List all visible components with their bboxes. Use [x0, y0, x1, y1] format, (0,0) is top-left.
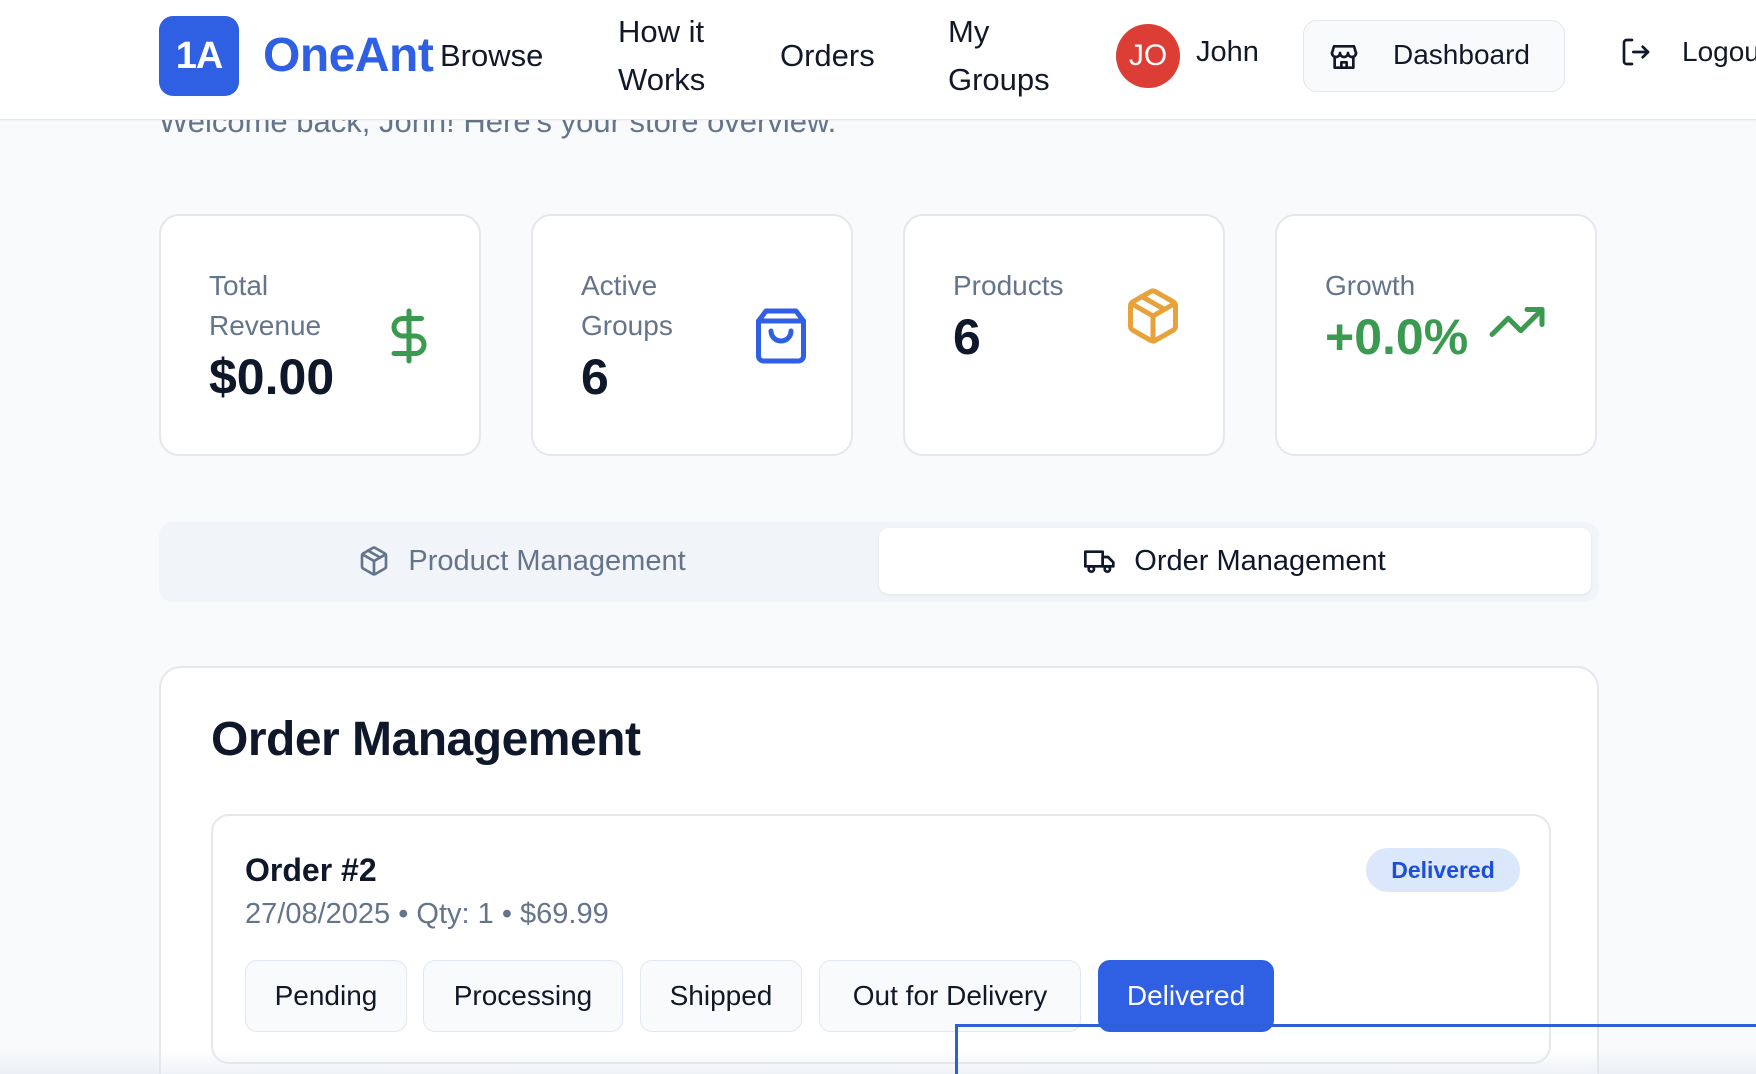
user-name[interactable]: John: [1196, 36, 1259, 69]
tab-order-management[interactable]: Order Management: [879, 528, 1591, 594]
stat-label-groups: Active Groups: [581, 270, 673, 341]
stat-value-groups: 6: [581, 349, 609, 405]
package-icon: [1128, 288, 1178, 344]
stat-label-revenue: Total Revenue: [209, 270, 322, 341]
panel-title: Order Management: [211, 713, 641, 766]
status-button-out-for-delivery[interactable]: Out for Delivery: [819, 960, 1081, 1032]
truck-icon: [1084, 550, 1115, 573]
status-button-pending[interactable]: Pending: [245, 960, 407, 1032]
nav-browse[interactable]: Browse: [440, 32, 543, 80]
stat-value-products: 6: [953, 309, 981, 365]
stat-value-growth: +0.0%: [1325, 309, 1469, 365]
logo-badge[interactable]: 1A: [159, 16, 239, 96]
nav-orders[interactable]: Orders: [780, 32, 875, 80]
status-button-shipped[interactable]: Shipped: [640, 960, 802, 1032]
store-icon: [1330, 45, 1358, 69]
tab-product-management[interactable]: Product Management: [165, 528, 879, 594]
avatar[interactable]: JO: [1116, 24, 1180, 88]
nav-how-it-works[interactable]: How it Works: [618, 8, 728, 104]
shopping-bag-icon: [756, 308, 806, 364]
stat-label-products: Products: [953, 270, 1064, 301]
order-meta: 27/08/2025 • Qty: 1 • $69.99: [245, 898, 609, 930]
management-tabs: Product Management Order Management: [159, 522, 1599, 602]
top-navbar: 1A OneAnt Browse How it Works Orders My …: [0, 0, 1756, 120]
logout-label: Logout: [1682, 36, 1756, 67]
stat-label-growth: Growth: [1325, 270, 1416, 301]
stat-card-products: Products 6: [903, 214, 1225, 456]
dollar-icon: [391, 308, 427, 364]
package-icon: [361, 546, 388, 576]
order-title: Order #2: [245, 852, 377, 888]
stat-value-revenue: $0.00: [209, 349, 335, 405]
dashboard-button[interactable]: Dashboard: [1303, 20, 1565, 92]
dashboard-label: Dashboard: [1393, 39, 1530, 70]
stat-card-revenue: Total Revenue $0.00: [159, 214, 481, 456]
trending-up-icon: [1489, 307, 1545, 337]
tab-product-label: Product Management: [408, 544, 686, 577]
order-management-panel: Order Management Order #2 27/08/2025 • Q…: [159, 666, 1599, 1074]
nav-my-groups[interactable]: My Groups: [948, 8, 1068, 104]
brand-name[interactable]: OneAnt: [263, 28, 434, 83]
logout-icon: [1622, 38, 1650, 66]
stat-card-growth: Growth +0.0%: [1275, 214, 1597, 456]
status-button-processing[interactable]: Processing: [423, 960, 623, 1032]
tab-order-label: Order Management: [1134, 544, 1386, 577]
status-badge: Delivered: [1366, 848, 1520, 892]
status-button-delivered[interactable]: Delivered: [1098, 960, 1274, 1032]
logout-button[interactable]: Logout: [1620, 36, 1756, 68]
stat-card-groups: Active Groups 6: [531, 214, 853, 456]
overlay-popup-edge: [955, 1024, 1756, 1074]
